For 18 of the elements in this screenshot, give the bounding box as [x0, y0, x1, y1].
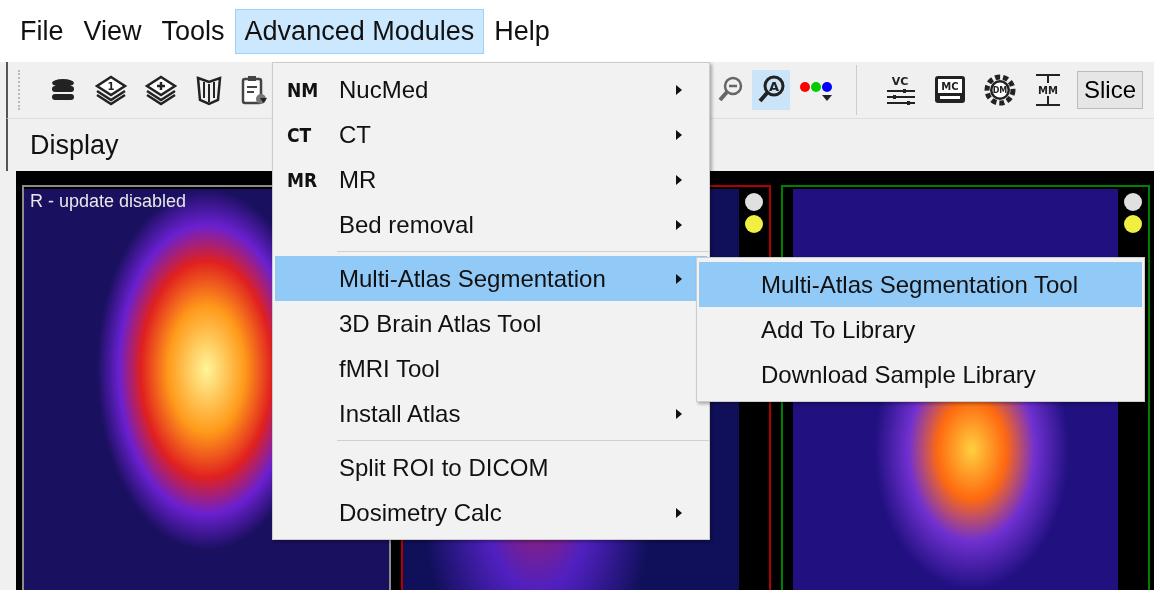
menu-bar-item[interactable]: Advanced Modules: [234, 8, 485, 54]
slice-button[interactable]: Slice: [1077, 71, 1144, 109]
menu-bar-item[interactable]: File: [10, 8, 74, 54]
display-label: Display: [30, 129, 119, 161]
menu-item[interactable]: NM NucMed: [275, 67, 707, 112]
menu-bar-item[interactable]: Tools: [151, 8, 235, 54]
menu-item[interactable]: Multi-Atlas Segmentation Tool: [699, 262, 1142, 307]
menu-item[interactable]: Dosimetry Calc: [275, 490, 707, 535]
menu-item[interactable]: Bed removal: [275, 202, 707, 247]
menu-item[interactable]: Multi-Atlas Segmentation: [275, 256, 707, 301]
menu-item[interactable]: MR MR: [275, 157, 707, 202]
menu-item[interactable]: CT CT: [275, 112, 707, 157]
menu-item[interactable]: Split ROI to DICOM: [275, 445, 707, 490]
menu-bar-item[interactable]: Help: [484, 8, 560, 54]
menu-item[interactable]: Add To Library: [699, 307, 1142, 352]
viewport-caption: R - update disabled: [30, 191, 187, 212]
menu-bar-item[interactable]: View: [73, 8, 152, 54]
zoom-icon[interactable]: A: [752, 70, 790, 110]
